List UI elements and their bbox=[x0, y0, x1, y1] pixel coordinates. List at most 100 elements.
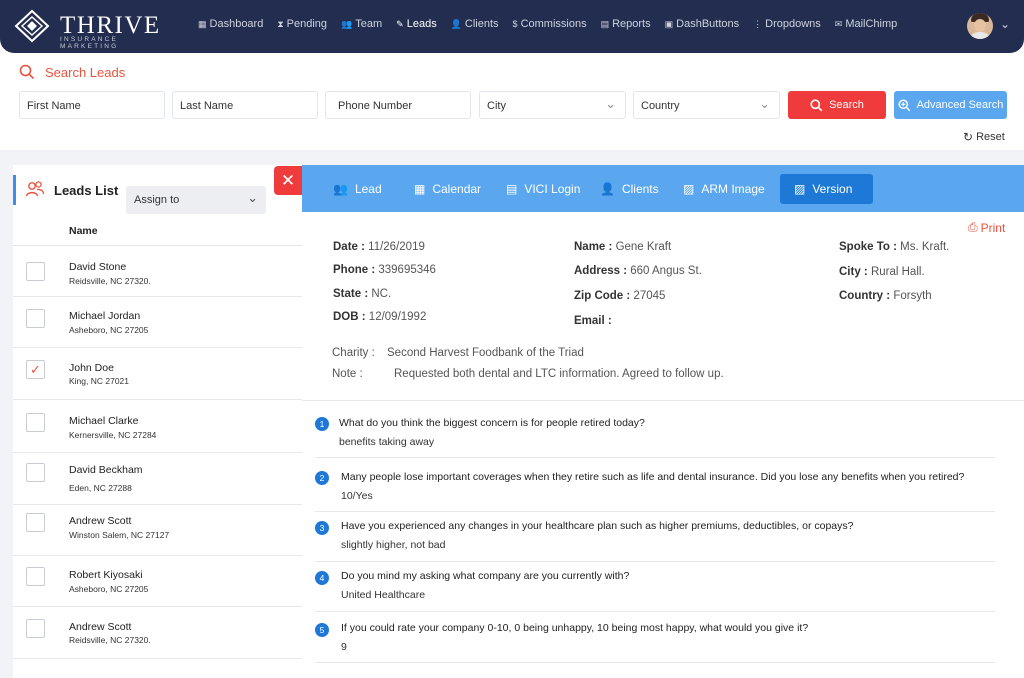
chevron-down-icon[interactable]: ⌄ bbox=[1000, 17, 1010, 31]
lead-checkbox-checked[interactable]: ✓ bbox=[26, 360, 45, 379]
nav-pending[interactable]: ⧗ Pending bbox=[277, 18, 327, 30]
question-number: 3 bbox=[315, 521, 329, 535]
leads-list-title: Leads List bbox=[54, 183, 119, 198]
assign-to-select[interactable]: Assign to ⌄ bbox=[126, 186, 266, 214]
lead-checkbox[interactable] bbox=[26, 513, 45, 532]
chevron-down-icon: ⌄ bbox=[759, 96, 770, 111]
lead-checkbox[interactable] bbox=[26, 309, 45, 328]
nav-label: Pending bbox=[286, 18, 328, 30]
dots-vertical-icon: ⋮ bbox=[753, 18, 763, 29]
lead-date: Date : 11/26/2019 bbox=[333, 241, 425, 253]
question-number: 4 bbox=[315, 571, 329, 585]
nav-label: Dashboard bbox=[209, 18, 264, 30]
nav-clients[interactable]: 👤 Clients bbox=[451, 18, 499, 30]
question-text: Have you experienced any changes in your… bbox=[341, 520, 854, 532]
chevron-down-icon: ⌄ bbox=[247, 190, 258, 205]
tab-vici-login[interactable]: ▤ VICI Login bbox=[492, 174, 594, 204]
pencil-icon: ✎ bbox=[396, 18, 404, 29]
lead-location: Kernersville, NC 27284 bbox=[69, 430, 157, 440]
advanced-search-label: Advanced Search bbox=[916, 99, 1004, 111]
tab-version[interactable]: ▨ Version bbox=[780, 174, 873, 204]
nav-team[interactable]: 👥 Team bbox=[341, 18, 382, 30]
lead-checkbox[interactable] bbox=[26, 567, 45, 586]
tab-lead[interactable]: 👥 Lead bbox=[319, 174, 396, 204]
last-name-input[interactable]: Last Name bbox=[172, 91, 318, 119]
mail-icon: ✉ bbox=[834, 18, 843, 29]
nav-label: MailChimp bbox=[845, 18, 898, 30]
image-icon: ▨ bbox=[794, 182, 806, 196]
report-icon: ▤ bbox=[600, 18, 610, 29]
lead-checkbox[interactable] bbox=[26, 619, 45, 638]
tab-label: ARM Image bbox=[701, 182, 765, 196]
lead-contact-name: Name : Gene Kraft bbox=[574, 241, 672, 253]
lead-row[interactable]: Andrew Scott Reidsville, NC 27320. bbox=[13, 607, 302, 659]
question-answer: United Healthcare bbox=[341, 589, 426, 601]
first-name-input[interactable]: First Name bbox=[19, 91, 165, 119]
lead-row[interactable]: ✓ John Doe King, NC 27021 bbox=[13, 348, 302, 400]
lead-checkbox[interactable] bbox=[26, 463, 45, 482]
team-icon: 👥 bbox=[341, 18, 353, 29]
lead-location: Reidsville, NC 27320. bbox=[69, 635, 151, 645]
phone-number-input[interactable]: Phone Number bbox=[325, 91, 471, 119]
nav-mailchimp[interactable]: ✉ MailChimp bbox=[835, 18, 898, 30]
nav-leads[interactable]: ✎ Leads bbox=[396, 18, 437, 30]
nav-label: DashButtons bbox=[676, 18, 740, 30]
main-nav: ▦ Dashboard ⧗ Pending 👥 Team ✎ Leads 👤 Client… bbox=[198, 18, 911, 30]
charity-label: Charity : bbox=[332, 347, 375, 359]
nav-dashbuttons[interactable]: ▣ DashButtons bbox=[665, 18, 740, 30]
city-select-value: City bbox=[487, 100, 506, 112]
user-icon: 👤 bbox=[450, 18, 462, 29]
checkmark-icon: ✓ bbox=[30, 362, 41, 377]
city-select[interactable]: City ⌄ bbox=[479, 91, 626, 119]
lead-checkbox[interactable] bbox=[26, 262, 45, 281]
lead-checkbox[interactable] bbox=[26, 413, 45, 432]
lead-name: John Doe bbox=[69, 362, 114, 374]
print-label: Print bbox=[980, 220, 1006, 235]
tab-clients[interactable]: 👤 Clients bbox=[586, 174, 673, 204]
nav-dropdowns[interactable]: ⋮ Dropdowns bbox=[753, 18, 821, 30]
column-header-name: Name bbox=[69, 225, 98, 237]
reset-button[interactable]: ↻ Reset bbox=[963, 130, 1005, 144]
lead-row[interactable]: David Stone Reidsville, NC 27320. bbox=[13, 246, 302, 297]
lead-location: Asheboro, NC 27205 bbox=[69, 584, 149, 594]
advanced-search-button[interactable]: Advanced Search bbox=[894, 91, 1007, 119]
buttons-icon: ▣ bbox=[664, 18, 674, 29]
lead-city: City : Rural Hall. bbox=[839, 266, 925, 278]
nav-label: Commissions bbox=[520, 18, 587, 30]
search-leads-header: Search Leads bbox=[19, 64, 125, 80]
lead-row[interactable]: Michael Clarke Kernersville, NC 27284 bbox=[13, 400, 302, 453]
nav-commissions[interactable]: $ Commissions bbox=[513, 18, 587, 30]
question-number: 5 bbox=[315, 623, 329, 637]
nav-dashboard[interactable]: ▦ Dashboard bbox=[198, 18, 263, 30]
close-icon: ✕ bbox=[280, 171, 296, 190]
lead-row[interactable]: David Beckham Eden, NC 27288 bbox=[13, 453, 302, 505]
lead-row[interactable]: Michael Jordan Asheboro, NC 27205 bbox=[13, 297, 302, 348]
question-text: Do you mind my asking what company are y… bbox=[341, 570, 630, 582]
search-button-label: Search bbox=[829, 99, 864, 111]
lead-phone: Phone : 339695346 bbox=[333, 264, 436, 276]
tab-arm-image[interactable]: ▨ ARM Image bbox=[669, 174, 779, 204]
user-avatar[interactable] bbox=[967, 13, 993, 39]
nav-label: Reports bbox=[612, 18, 651, 30]
printer-icon: ⎙ bbox=[968, 220, 978, 234]
tab-label: Clients bbox=[621, 182, 659, 196]
lead-row[interactable]: Andrew Scott Winston Salem, NC 27127 bbox=[13, 505, 302, 556]
user-icon: 👤 bbox=[600, 182, 615, 196]
image-icon: ▨ bbox=[683, 182, 695, 196]
lead-name: Andrew Scott bbox=[69, 515, 132, 527]
tab-calendar[interactable]: ▦ Calendar bbox=[400, 174, 495, 204]
lead-name: Robert Kiyosaki bbox=[69, 569, 143, 581]
question-answer: slightly higher, not bad bbox=[341, 539, 446, 551]
print-button[interactable]: ⎙ Print bbox=[968, 220, 1005, 235]
close-panel-button[interactable]: ✕ bbox=[274, 166, 302, 195]
nav-label: Dropdowns bbox=[765, 18, 821, 30]
nav-reports[interactable]: ▤ Reports bbox=[601, 18, 651, 30]
dollar-icon: $ bbox=[512, 19, 518, 29]
reset-label: Reset bbox=[976, 131, 1005, 143]
brand-logo[interactable]: THRIVE INSURANCE MARKETING bbox=[14, 9, 164, 50]
hourglass-icon: ⧗ bbox=[277, 18, 284, 29]
country-select[interactable]: Country ⌄ bbox=[633, 91, 780, 119]
country-select-value: Country bbox=[641, 100, 680, 112]
search-button[interactable]: Search bbox=[788, 91, 886, 119]
lead-row[interactable]: Robert Kiyosaki Asheboro, NC 27205 bbox=[13, 556, 302, 607]
